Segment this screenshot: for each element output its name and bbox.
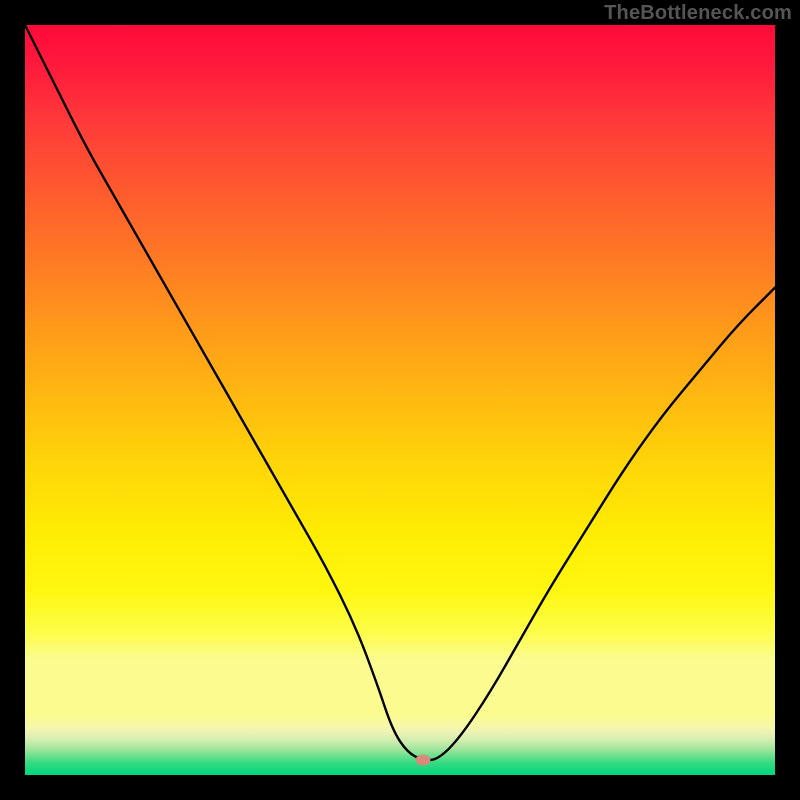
plot-area <box>25 25 775 775</box>
optimum-marker <box>415 755 430 766</box>
chart-frame: TheBottleneck.com <box>0 0 800 800</box>
curve-svg <box>25 25 775 775</box>
bottleneck-curve <box>25 25 775 760</box>
watermark-text: TheBottleneck.com <box>604 2 792 25</box>
